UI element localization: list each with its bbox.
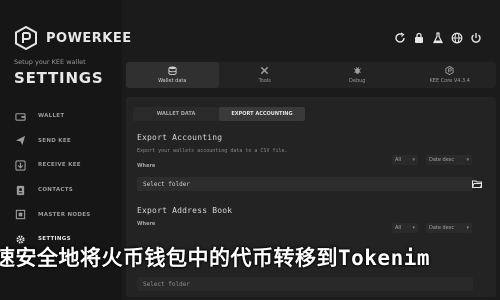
subtab-export-accounting[interactable]: EXPORT ACCOUNTING xyxy=(219,107,305,121)
sidebar-item-label: MASTER NODES xyxy=(38,211,91,218)
tab-label: Wallet data xyxy=(158,78,187,84)
export-accounting-where-label: Where xyxy=(137,163,156,169)
app-name: POWERKEE xyxy=(46,30,132,46)
tab-tools[interactable]: Tools xyxy=(219,62,312,88)
page-title: SETTINGS xyxy=(14,69,104,87)
globe-icon[interactable] xyxy=(450,31,463,44)
sidebar-item-master-nodes[interactable]: MASTER NODES xyxy=(12,202,118,227)
export-accounting-description: Export your wallets accounting data to a… xyxy=(137,148,288,154)
app-tagline: Setup your KEE wallet xyxy=(14,58,86,66)
database-icon xyxy=(168,66,177,75)
wallet-icon xyxy=(14,110,26,122)
chevron-down-icon: ▾ xyxy=(412,225,415,231)
tab-kee-core[interactable]: KEE Core V4.3.4 xyxy=(404,62,497,88)
header-toolbar xyxy=(393,31,482,44)
export-address-book-title: Export Address Book xyxy=(137,206,233,215)
sidebar-item-contacts[interactable]: CONTACTS xyxy=(12,178,118,203)
sidebar-item-send-kee[interactable]: SEND KEE xyxy=(12,129,118,154)
refresh-icon[interactable] xyxy=(393,31,406,44)
export-address-book-sort-select[interactable]: Date desc ▾ xyxy=(426,223,472,233)
flask-icon[interactable] xyxy=(431,31,444,44)
select-value: All xyxy=(395,225,402,231)
chevron-down-icon: ▾ xyxy=(466,225,469,231)
sidebar-item-receive-kee[interactable]: RECEIVE KEE xyxy=(12,153,118,178)
wallet-data-subtabs: WALLET DATA EXPORT ACCOUNTING xyxy=(133,107,305,121)
export-accounting-sort-select[interactable]: Date desc ▾ xyxy=(426,155,472,165)
sidebar-item-label: CONTACTS xyxy=(38,187,74,194)
select-value: Date desc xyxy=(429,225,455,231)
sidebar-nav: WALLET SEND KEE RECEIVE KEE CONTACTS MAS… xyxy=(12,104,118,252)
select-value: All xyxy=(395,157,402,163)
debug-icon xyxy=(353,67,362,74)
export-accounting-filter-select[interactable]: All ▾ xyxy=(392,155,418,165)
tab-wallet-data[interactable]: Wallet data xyxy=(126,62,219,88)
sidebar-item-wallet[interactable]: WALLET xyxy=(12,104,118,129)
tools-icon xyxy=(261,66,269,75)
sidebar-item-label: RECEIVE KEE xyxy=(38,162,81,169)
sidebar-item-label: WALLET xyxy=(38,113,65,120)
sidebar-item-label: SEND KEE xyxy=(38,137,71,144)
chevron-down-icon: ▾ xyxy=(466,157,469,163)
folder-open-icon[interactable] xyxy=(470,177,484,191)
select-value: Date desc xyxy=(429,157,455,163)
tab-label: Debug xyxy=(349,78,366,84)
export-accounting-folder-input[interactable]: Select folder xyxy=(137,177,473,191)
tab-debug[interactable]: Debug xyxy=(311,62,404,88)
app-logo[interactable]: POWERKEE xyxy=(14,26,132,50)
overlay-caption: 速安全地将火币钱包中的代币转移到Tokenim xyxy=(0,246,430,270)
settings-tabs: Wallet data Tools Debug KEE Core V4.3.4 xyxy=(126,62,496,88)
contacts-icon xyxy=(14,184,26,196)
hexagon-logo-icon xyxy=(15,26,37,50)
tab-label: Tools xyxy=(258,78,271,84)
export-address-book-where-label: Where xyxy=(137,221,156,227)
export-accounting-title: Export Accounting xyxy=(137,133,223,142)
power-icon[interactable] xyxy=(469,31,482,44)
lock-icon[interactable] xyxy=(412,31,425,44)
export-address-book-folder-input[interactable]: Select folder xyxy=(137,277,473,291)
chevron-down-icon: ▾ xyxy=(412,157,415,163)
core-icon xyxy=(445,66,454,75)
tab-label: KEE Core V4.3.4 xyxy=(429,78,471,84)
send-icon xyxy=(14,135,26,147)
receive-icon xyxy=(14,159,26,171)
export-address-book-filter-select[interactable]: All ▾ xyxy=(392,223,418,233)
subtab-wallet-data[interactable]: WALLET DATA xyxy=(133,107,219,121)
master-nodes-icon xyxy=(14,209,26,221)
